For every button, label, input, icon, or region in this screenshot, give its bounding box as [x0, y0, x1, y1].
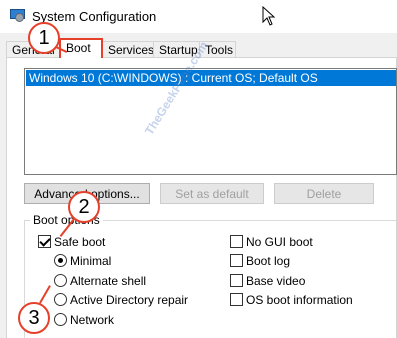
network-label: Network: [70, 313, 115, 327]
title-bar: System Configuration: [0, 0, 397, 33]
safe-boot-checkbox[interactable]: [38, 235, 51, 248]
annotation-marker-2: 2: [68, 191, 100, 223]
no-gui-boot-label: No GUI boot: [246, 235, 313, 249]
os-boot-information-checkbox[interactable]: [230, 293, 243, 306]
annotation-marker-1: 1: [28, 22, 60, 54]
msconfig-icon: [10, 8, 25, 23]
alternate-shell-radio[interactable]: [54, 274, 67, 287]
base-video-label: Base video: [246, 274, 306, 288]
active-directory-repair-radio[interactable]: [54, 293, 67, 306]
minimal-label: Minimal: [70, 254, 112, 268]
annotation-marker-3: 3: [18, 302, 50, 334]
tab-services[interactable]: Services: [102, 41, 154, 58]
boot-log-label: Boot log: [246, 254, 291, 268]
os-list-item[interactable]: Windows 10 (C:\WINDOWS) : Current OS; De…: [26, 70, 396, 86]
delete-button[interactable]: Delete: [274, 183, 374, 204]
boot-log-checkbox[interactable]: [230, 254, 243, 267]
alternate-shell-label: Alternate shell: [70, 274, 147, 288]
os-boot-information-label: OS boot information: [246, 293, 353, 307]
window-title: System Configuration: [32, 9, 157, 24]
base-video-checkbox[interactable]: [230, 274, 243, 287]
network-radio[interactable]: [54, 313, 67, 326]
mouse-cursor-icon: [262, 6, 276, 26]
no-gui-boot-checkbox[interactable]: [230, 235, 243, 248]
set-as-default-button[interactable]: Set as default: [160, 183, 264, 204]
minimal-radio[interactable]: [54, 254, 67, 267]
os-list[interactable]: Windows 10 (C:\WINDOWS) : Current OS; De…: [24, 68, 397, 175]
safe-boot-label: Safe boot: [54, 235, 106, 249]
active-directory-repair-label: Active Directory repair: [70, 293, 189, 307]
tab-boot[interactable]: Boot: [59, 38, 103, 58]
